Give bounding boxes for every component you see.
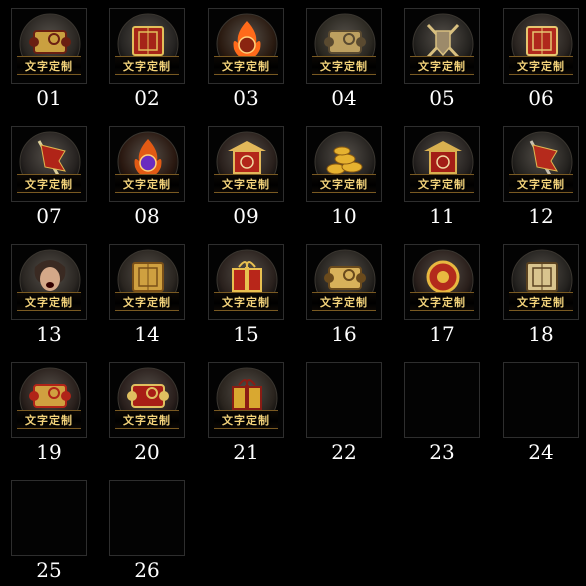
custom-text-label: 文字定制 xyxy=(25,59,73,73)
custom-text-label: 文字定制 xyxy=(418,295,466,309)
custom-text-banner: 文字定制 xyxy=(115,56,179,75)
empty-icon-slot[interactable] xyxy=(11,480,87,556)
custom-text-label: 文字定制 xyxy=(320,295,368,309)
slot-number: 19 xyxy=(36,440,62,464)
slot-number: 12 xyxy=(528,204,554,228)
slot-number: 18 xyxy=(528,322,554,346)
custom-text-label: 文字定制 xyxy=(25,413,73,427)
slot-number: 20 xyxy=(134,440,160,464)
slot-number: 16 xyxy=(331,322,357,346)
custom-text-banner: 文字定制 xyxy=(17,292,81,311)
icon-slot[interactable]: 文字定制 xyxy=(11,8,87,84)
custom-text-label: 文字定制 xyxy=(222,177,270,191)
icon-slot[interactable]: 文字定制 xyxy=(11,244,87,320)
custom-text-label: 文字定制 xyxy=(25,177,73,191)
icon-slot[interactable]: 文字定制 xyxy=(208,362,284,438)
icon-slot[interactable]: 文字定制 xyxy=(404,8,480,84)
slot-number: 17 xyxy=(429,322,455,346)
slot-number: 04 xyxy=(331,86,357,110)
slot-number: 11 xyxy=(429,204,455,228)
slot-number: 09 xyxy=(233,204,259,228)
custom-text-banner: 文字定制 xyxy=(214,410,278,429)
slot-number: 26 xyxy=(134,558,160,582)
icon-slot[interactable]: 文字定制 xyxy=(11,126,87,202)
icon-slot[interactable]: 文字定制 xyxy=(109,126,185,202)
custom-text-label: 文字定制 xyxy=(418,59,466,73)
custom-text-banner: 文字定制 xyxy=(17,410,81,429)
custom-text-label: 文字定制 xyxy=(517,59,565,73)
custom-text-label: 文字定制 xyxy=(123,59,171,73)
custom-text-label: 文字定制 xyxy=(222,59,270,73)
custom-text-label: 文字定制 xyxy=(320,59,368,73)
custom-text-label: 文字定制 xyxy=(517,177,565,191)
slot-number: 06 xyxy=(528,86,554,110)
slot-number: 21 xyxy=(233,440,259,464)
custom-text-label: 文字定制 xyxy=(123,295,171,309)
icon-slot[interactable]: 文字定制 xyxy=(208,244,284,320)
icon-slot[interactable]: 文字定制 xyxy=(503,244,579,320)
custom-text-banner: 文字定制 xyxy=(17,174,81,193)
icon-slot[interactable]: 文字定制 xyxy=(109,8,185,84)
custom-text-banner: 文字定制 xyxy=(410,56,474,75)
empty-icon-slot[interactable] xyxy=(109,480,185,556)
custom-text-banner: 文字定制 xyxy=(410,292,474,311)
icon-slot[interactable]: 文字定制 xyxy=(306,126,382,202)
custom-text-banner: 文字定制 xyxy=(115,410,179,429)
slot-number: 14 xyxy=(134,322,160,346)
custom-text-banner: 文字定制 xyxy=(410,174,474,193)
custom-text-label: 文字定制 xyxy=(320,177,368,191)
custom-text-banner: 文字定制 xyxy=(214,292,278,311)
custom-text-banner: 文字定制 xyxy=(214,56,278,75)
custom-text-label: 文字定制 xyxy=(123,177,171,191)
slot-number: 08 xyxy=(134,204,160,228)
icon-slot[interactable]: 文字定制 xyxy=(404,244,480,320)
custom-text-label: 文字定制 xyxy=(222,295,270,309)
icon-slot[interactable]: 文字定制 xyxy=(208,126,284,202)
slot-number: 05 xyxy=(429,86,455,110)
custom-text-banner: 文字定制 xyxy=(509,292,573,311)
empty-icon-slot[interactable] xyxy=(503,362,579,438)
slot-number: 02 xyxy=(134,86,160,110)
icon-slot[interactable]: 文字定制 xyxy=(11,362,87,438)
icon-slot[interactable]: 文字定制 xyxy=(306,244,382,320)
icon-slot[interactable]: 文字定制 xyxy=(503,126,579,202)
custom-text-label: 文字定制 xyxy=(222,413,270,427)
custom-text-banner: 文字定制 xyxy=(509,174,573,193)
slot-number: 10 xyxy=(331,204,357,228)
empty-icon-slot[interactable] xyxy=(404,362,480,438)
icon-slot[interactable]: 文字定制 xyxy=(109,244,185,320)
custom-text-banner: 文字定制 xyxy=(312,292,376,311)
empty-icon-slot[interactable] xyxy=(306,362,382,438)
slot-number: 01 xyxy=(36,86,62,110)
icon-slot[interactable]: 文字定制 xyxy=(109,362,185,438)
custom-text-label: 文字定制 xyxy=(517,295,565,309)
icon-slot[interactable]: 文字定制 xyxy=(404,126,480,202)
custom-text-label: 文字定制 xyxy=(123,413,171,427)
custom-text-banner: 文字定制 xyxy=(214,174,278,193)
slot-number: 03 xyxy=(233,86,259,110)
custom-text-banner: 文字定制 xyxy=(115,174,179,193)
custom-text-banner: 文字定制 xyxy=(312,56,376,75)
slot-number: 25 xyxy=(36,558,62,582)
slot-number: 15 xyxy=(233,322,259,346)
icon-slot[interactable]: 文字定制 xyxy=(306,8,382,84)
slot-number: 24 xyxy=(528,440,554,464)
slot-number: 23 xyxy=(429,440,455,464)
custom-text-banner: 文字定制 xyxy=(17,56,81,75)
custom-text-label: 文字定制 xyxy=(418,177,466,191)
custom-text-banner: 文字定制 xyxy=(509,56,573,75)
slot-number: 22 xyxy=(331,440,357,464)
slot-number: 13 xyxy=(36,322,62,346)
icon-slot[interactable]: 文字定制 xyxy=(503,8,579,84)
custom-text-banner: 文字定制 xyxy=(312,174,376,193)
slot-number: 07 xyxy=(36,204,62,228)
icon-slot[interactable]: 文字定制 xyxy=(208,8,284,84)
custom-text-label: 文字定制 xyxy=(25,295,73,309)
custom-text-banner: 文字定制 xyxy=(115,292,179,311)
